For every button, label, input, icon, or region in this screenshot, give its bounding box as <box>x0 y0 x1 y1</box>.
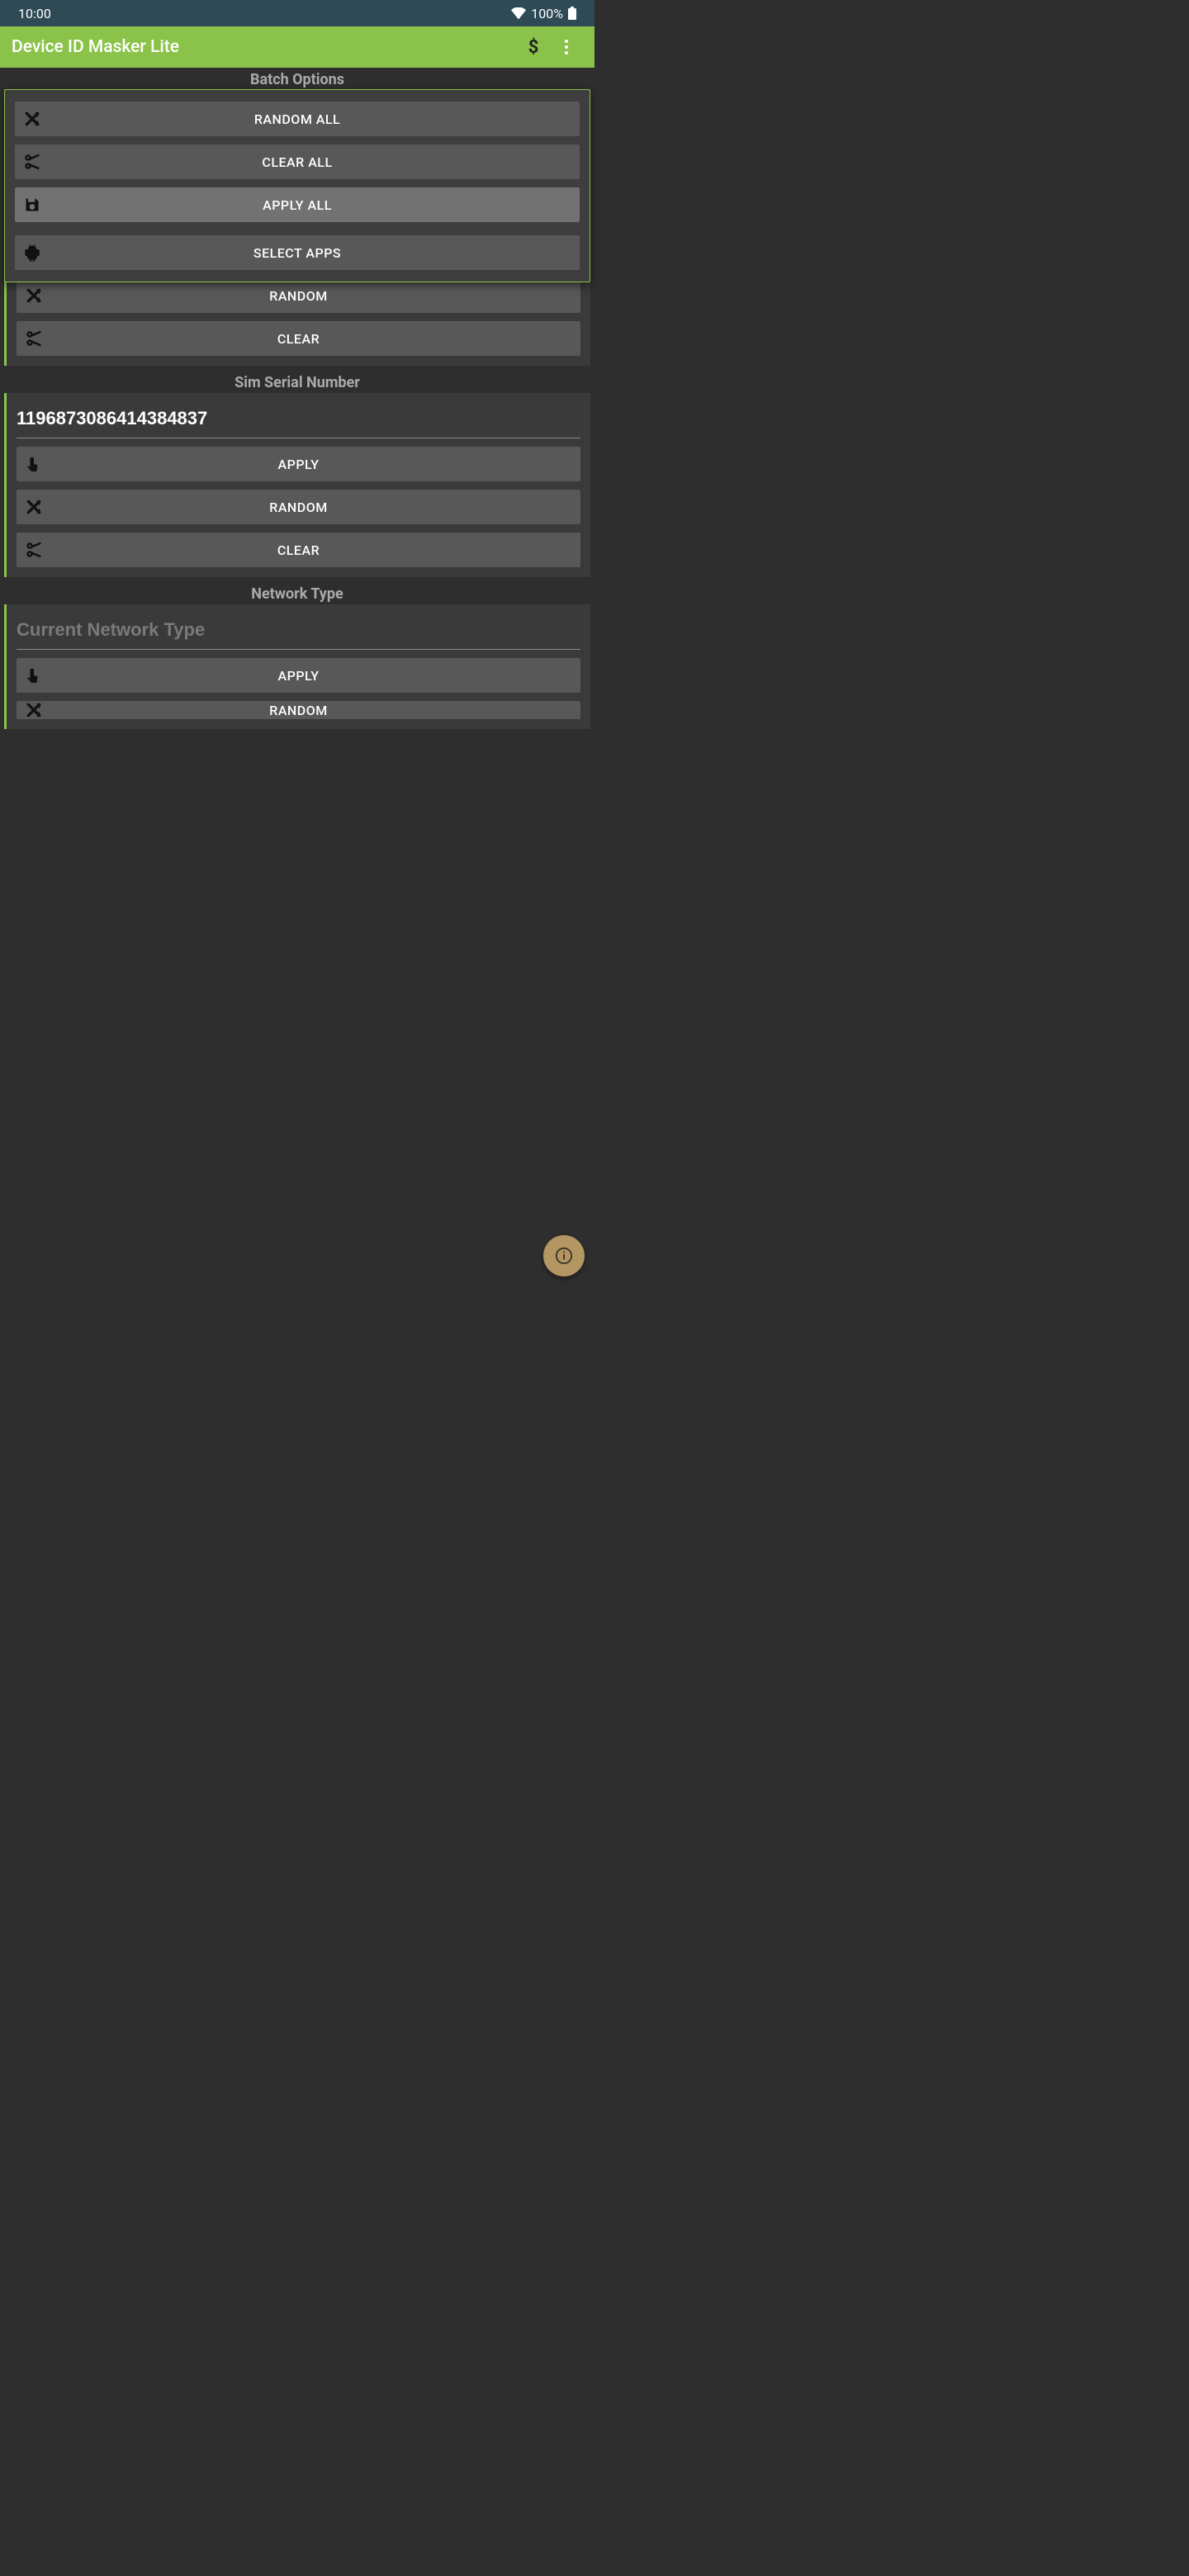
scissors-icon <box>23 153 41 171</box>
info-fab[interactable] <box>543 1235 585 1276</box>
touch-icon <box>25 666 43 684</box>
sim-random-label: RANDOM <box>17 500 580 515</box>
network-header: Network Type <box>0 582 594 604</box>
android-icon <box>23 244 41 262</box>
sim-random-button[interactable]: RANDOM <box>17 490 580 524</box>
network-type-input[interactable] <box>17 614 580 650</box>
apply-all-button[interactable]: APPLY ALL <box>15 187 580 222</box>
app-bar: Device ID Masker Lite $ <box>0 26 594 68</box>
shuffle-icon <box>25 498 43 516</box>
network-apply-label: APPLY <box>17 668 580 684</box>
touch-icon <box>25 455 43 473</box>
dollar-icon[interactable]: $ <box>517 31 550 64</box>
network-random-button[interactable]: RANDOM <box>17 701 580 719</box>
app-title: Device ID Masker Lite <box>12 37 517 57</box>
sim-apply-button[interactable]: APPLY <box>17 447 580 481</box>
select-apps-button[interactable]: SELECT APPS <box>15 235 580 270</box>
select-apps-label: SELECT APPS <box>15 245 580 261</box>
sim-serial-input[interactable] <box>17 403 580 438</box>
network-apply-button[interactable]: APPLY <box>17 658 580 693</box>
scissors-icon <box>25 329 43 348</box>
random-button[interactable]: RANDOM <box>17 278 580 313</box>
shuffle-icon <box>25 286 43 305</box>
random-label: RANDOM <box>17 288 580 304</box>
scissors-icon <box>25 541 43 559</box>
apply-all-label: APPLY ALL <box>15 197 580 213</box>
sim-apply-label: APPLY <box>17 457 580 472</box>
batch-options-header: Batch Options <box>0 68 594 90</box>
batch-options-panel: RANDOM ALL CLEAR ALL APPLY ALL SELECT AP… <box>4 89 590 282</box>
shuffle-icon <box>23 110 41 128</box>
clear-button[interactable]: CLEAR <box>17 321 580 356</box>
status-bar: 10:00 100% <box>0 0 594 26</box>
status-time: 10:00 <box>18 6 51 21</box>
clear-all-label: CLEAR ALL <box>15 154 580 170</box>
status-right: 100% <box>511 6 576 21</box>
network-card: APPLY RANDOM <box>4 604 590 729</box>
random-all-button[interactable]: RANDOM ALL <box>15 102 580 136</box>
sim-header: Sim Serial Number <box>0 371 594 393</box>
battery-percent: 100% <box>531 6 563 21</box>
overflow-menu-icon[interactable] <box>550 31 583 64</box>
wifi-icon <box>511 7 526 19</box>
sim-card: APPLY RANDOM CLEAR <box>4 393 590 577</box>
sim-clear-button[interactable]: CLEAR <box>17 533 580 567</box>
info-icon <box>555 1247 573 1265</box>
random-all-label: RANDOM ALL <box>15 111 580 127</box>
network-random-label: RANDOM <box>17 703 580 718</box>
content-area: Batch Options APPLY RANDOM CLEAR <box>0 68 594 729</box>
clear-all-button[interactable]: CLEAR ALL <box>15 144 580 179</box>
shuffle-icon <box>25 701 43 719</box>
save-icon <box>23 196 41 214</box>
battery-icon <box>568 7 576 20</box>
sim-clear-label: CLEAR <box>17 542 580 558</box>
clear-label: CLEAR <box>17 331 580 347</box>
